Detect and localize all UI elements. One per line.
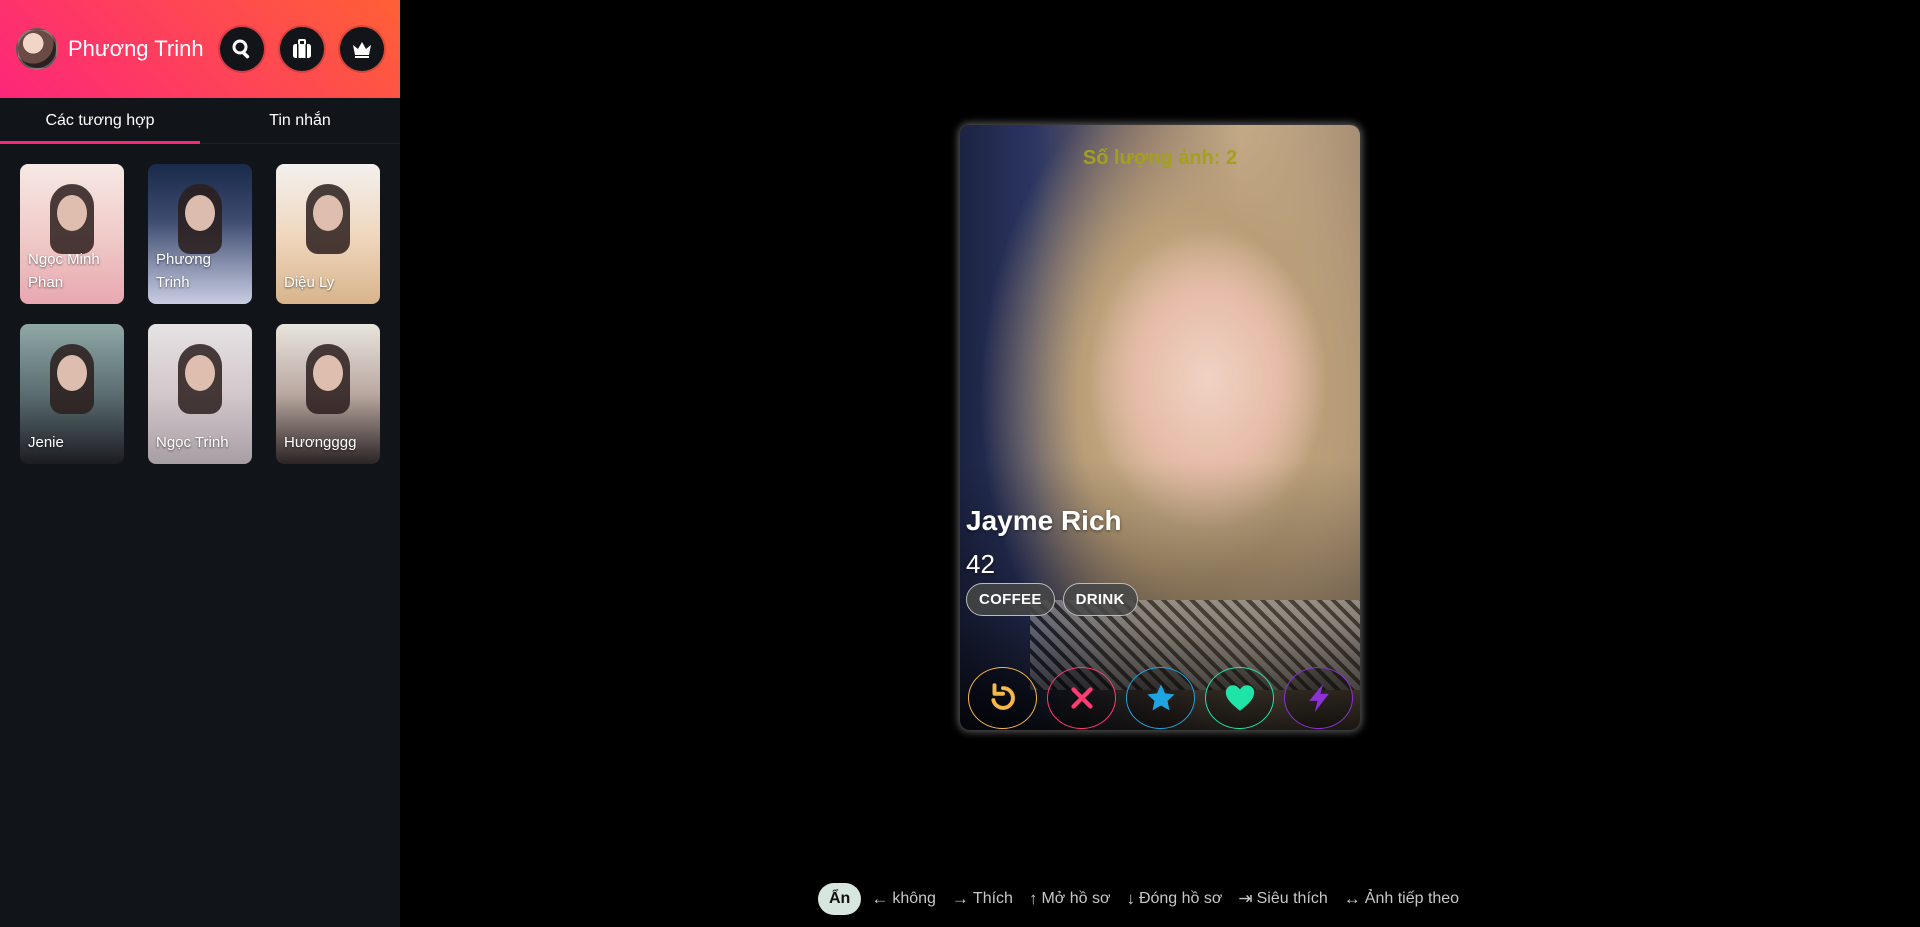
search-icon xyxy=(232,39,250,59)
match-photo xyxy=(185,194,215,231)
match-photo xyxy=(57,194,87,231)
crown-icon xyxy=(353,42,371,58)
match-name: Phương Trinh xyxy=(156,251,211,291)
interest-tag: DRINK xyxy=(1062,583,1138,616)
match-name: Diệu Ly xyxy=(284,274,335,291)
star-icon xyxy=(1146,684,1175,711)
profile-card[interactable]: Số lượng ảnh: 2 Jayme Rich 42 COFFEE DRI… xyxy=(960,125,1360,730)
hint-like: → Thích xyxy=(952,889,1013,909)
arrow-right-icon: → xyxy=(951,889,969,908)
arrows-left-right-icon: ↔ xyxy=(1343,889,1361,908)
super-like-button[interactable] xyxy=(1126,667,1195,729)
nope-icon xyxy=(1070,687,1093,709)
hint-label: Mở hồ sơ xyxy=(1041,890,1111,907)
search-button[interactable] xyxy=(220,27,264,71)
hint-label: không xyxy=(892,890,936,907)
keyboard-hints: Ẩn ← không → Thích ↑ Mở hồ sơ ↓ Đóng hồ sơ ⇥… xyxy=(818,883,1465,915)
arrow-left-icon: ← xyxy=(871,889,889,908)
hint-close-profile: ↓ Đóng hồ sơ xyxy=(1126,889,1222,909)
action-bar xyxy=(968,667,1353,729)
hint-label: Đóng hồ sơ xyxy=(1138,890,1223,907)
hint-label: Ảnh tiếp theo xyxy=(1364,890,1460,907)
avatar[interactable] xyxy=(16,28,58,70)
rewind-button[interactable] xyxy=(968,667,1037,729)
match-name: Ngọc Minh Phan xyxy=(28,251,100,291)
match-name: Ngọc Trinh xyxy=(156,434,229,451)
match-photo xyxy=(313,194,343,231)
hint-nope: ← không xyxy=(871,889,936,909)
app: Phương Trinh Các tương hợp Tin nhắn Ngọc… xyxy=(0,0,1920,927)
tab-matches[interactable]: Các tương hợp xyxy=(0,98,200,144)
hide-hints-button[interactable]: Ẩn xyxy=(818,883,862,915)
photo-count: Số lượng ảnh: 2 xyxy=(1082,147,1238,169)
matches-grid: Ngọc Minh Phan Phương Trinh Diệu Ly Jeni… xyxy=(0,144,400,484)
match-card[interactable]: Diệu Ly xyxy=(276,164,380,304)
hint-label: Thích xyxy=(972,890,1013,907)
user-name: Phương Trinh xyxy=(68,36,204,61)
interest-tags: COFFEE DRINK xyxy=(966,583,1138,616)
hint-label: Siêu thích xyxy=(1256,890,1328,907)
profile-name: Jayme Rich xyxy=(966,505,1122,536)
match-card[interactable]: Hươngggg xyxy=(276,324,380,464)
profile-age: 42 xyxy=(966,549,995,579)
briefcase-icon xyxy=(293,39,311,58)
match-card[interactable]: Phương Trinh xyxy=(148,164,252,304)
heart-icon xyxy=(1225,685,1254,711)
lightning-icon xyxy=(1308,683,1329,713)
match-card[interactable]: Jenie xyxy=(20,324,124,464)
briefcase-button[interactable] xyxy=(280,27,324,71)
match-card[interactable]: Ngọc Trinh xyxy=(148,324,252,464)
arrow-up-icon: ↑ xyxy=(1028,889,1038,908)
hint-super-like: ⇥ Siêu thích xyxy=(1238,889,1327,909)
hint-open-profile: ↑ Mở hồ sơ xyxy=(1029,889,1111,909)
interest-tag: COFFEE xyxy=(966,583,1055,616)
match-photo xyxy=(57,354,87,391)
hint-next-photo: ↔ Ảnh tiếp theo xyxy=(1344,889,1459,909)
arrow-down-icon: ↓ xyxy=(1126,889,1135,908)
sidebar: Phương Trinh Các tương hợp Tin nhắn Ngọc… xyxy=(0,0,400,927)
match-photo xyxy=(185,354,215,391)
crown-button[interactable] xyxy=(340,27,384,71)
current-user[interactable]: Phương Trinh xyxy=(16,28,204,70)
nope-button[interactable] xyxy=(1047,667,1116,729)
match-name: Jenie xyxy=(28,434,64,451)
match-card[interactable]: Ngọc Minh Phan xyxy=(20,164,124,304)
like-button[interactable] xyxy=(1205,667,1274,729)
match-photo xyxy=(313,354,343,391)
enter-icon: ⇥ xyxy=(1238,889,1253,908)
sidebar-tabs: Các tương hợp Tin nhắn xyxy=(0,98,400,144)
tab-messages[interactable]: Tin nhắn xyxy=(200,98,400,143)
match-name: Hươngggg xyxy=(284,434,357,451)
boost-button[interactable] xyxy=(1284,667,1353,729)
sidebar-header: Phương Trinh xyxy=(0,0,400,98)
rewind-icon xyxy=(990,683,1015,710)
